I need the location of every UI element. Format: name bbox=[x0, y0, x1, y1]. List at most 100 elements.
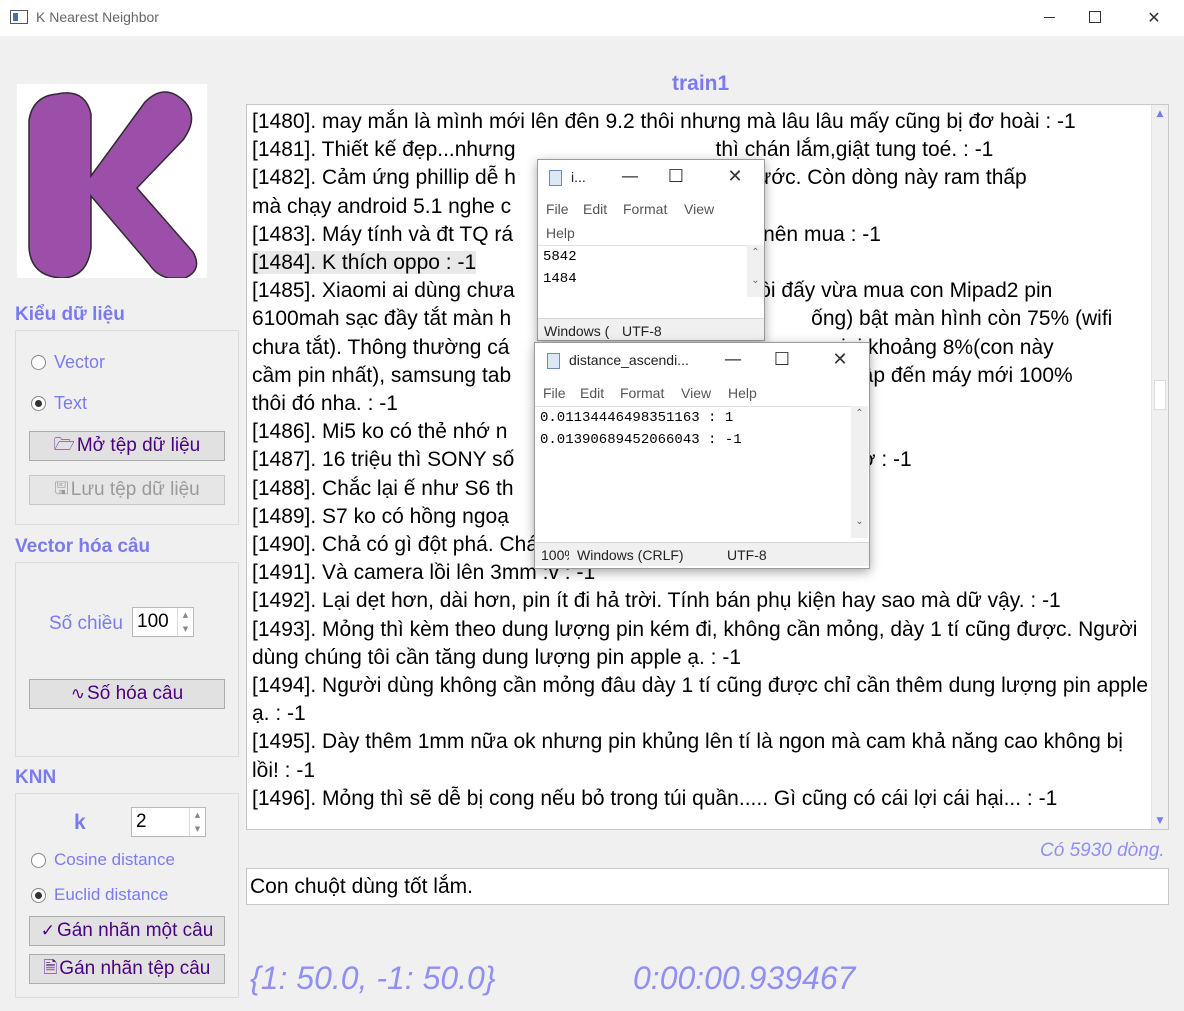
menu-view[interactable]: View bbox=[684, 201, 714, 217]
status-encoding: Windows (CRLF) bbox=[577, 547, 684, 563]
menu-edit[interactable]: Edit bbox=[583, 201, 607, 217]
minimize-button[interactable] bbox=[1026, 0, 1072, 34]
status-charset: UTF-8 bbox=[622, 323, 662, 339]
radio-euclid-label: Euclid distance bbox=[54, 885, 169, 904]
scroll-down-icon[interactable]: ⌄ bbox=[747, 275, 764, 286]
menu-view[interactable]: View bbox=[681, 385, 711, 401]
minimize-icon[interactable]: — bbox=[615, 166, 645, 187]
dimension-spinbox[interactable]: 100 ▲ ▼ bbox=[132, 607, 194, 637]
checkmark-icon: ✓ bbox=[40, 921, 55, 941]
notepad-title-bar[interactable]: distance_ascendi... — ☐ ✕ bbox=[535, 343, 869, 379]
menu-help[interactable]: Help bbox=[546, 225, 575, 241]
notepad-window-index[interactable]: i... — ☐ ✕ File Edit Format View Help 58… bbox=[537, 159, 765, 341]
notepad-status-bar: 100% Windows (CRLF) UTF-8 bbox=[535, 542, 869, 566]
title-bar: K Nearest Neighbor ✕ bbox=[0, 0, 1184, 36]
radio-text[interactable]: Text bbox=[31, 393, 87, 414]
menu-edit[interactable]: Edit bbox=[580, 385, 604, 401]
close-icon[interactable]: ✕ bbox=[825, 349, 855, 370]
radio-text-label: Text bbox=[54, 393, 88, 413]
close-icon[interactable]: ✕ bbox=[720, 166, 750, 187]
scroll-up-icon[interactable]: ⌃ bbox=[747, 247, 764, 258]
status-zoom: 100% bbox=[541, 547, 569, 563]
save-data-file-button[interactable]: 🖫 Lưu tệp dữ liệu bbox=[29, 475, 225, 505]
data-line-part: cầm pin nhất), samsung tab bbox=[252, 363, 512, 387]
scroll-up-icon[interactable]: ▲ bbox=[1152, 105, 1168, 122]
menu-format[interactable]: Format bbox=[623, 201, 667, 217]
close-button[interactable]: ✕ bbox=[1131, 0, 1177, 34]
notepad-line: 1484 bbox=[543, 271, 577, 287]
data-line: [1493]. Mỏng thì kèm theo dung lượng pin… bbox=[252, 617, 1138, 669]
window-title: K Nearest Neighbor bbox=[36, 9, 159, 25]
notepad-title: distance_ascendi... bbox=[569, 352, 689, 368]
data-line-part: [1482]. Cảm ứng phillip dễ h bbox=[252, 166, 516, 190]
dimension-spin-arrows[interactable]: ▲ ▼ bbox=[177, 608, 193, 636]
notepad-line: 0.01390689452066043 : -1 bbox=[540, 432, 742, 448]
notepad-edit-area[interactable]: 5842 1484 bbox=[538, 245, 748, 297]
data-line: [1496]. Mỏng thì sẽ dễ bị cong nếu bỏ tr… bbox=[252, 786, 1058, 810]
data-type-title: Kiểu dữ liệu bbox=[15, 304, 125, 325]
spin-up-icon[interactable]: ▲ bbox=[190, 808, 205, 822]
radio-cosine-circle[interactable] bbox=[31, 852, 46, 868]
maximize-icon[interactable]: ☐ bbox=[767, 349, 797, 370]
maximize-icon[interactable]: ☐ bbox=[661, 166, 691, 187]
save-data-file-label: Lưu tệp dữ liệu bbox=[70, 479, 200, 500]
menu-format[interactable]: Format bbox=[620, 385, 664, 401]
menu-help[interactable]: Help bbox=[728, 385, 757, 401]
label-file-button[interactable]: 🗎 Gán nhãn tệp câu bbox=[29, 954, 225, 984]
spin-down-icon[interactable]: ▼ bbox=[190, 822, 205, 836]
scroll-down-icon[interactable]: ▼ bbox=[1152, 812, 1168, 829]
app-icon bbox=[10, 10, 28, 24]
k-label: k bbox=[74, 811, 86, 834]
open-data-file-label: Mở tệp dữ liệu bbox=[76, 435, 201, 456]
label-one-sentence-button[interactable]: ✓ Gán nhãn một câu bbox=[29, 916, 225, 946]
close-icon: ✕ bbox=[1147, 7, 1161, 27]
sentence-input[interactable]: Con chuột dùng tốt lắm. bbox=[246, 868, 1169, 905]
notepad-window-distance[interactable]: distance_ascendi... — ☐ ✕ File Edit Form… bbox=[534, 342, 870, 569]
vectorize-title: Vector hóa câu bbox=[15, 536, 151, 557]
document-icon: 🗎 bbox=[43, 957, 58, 978]
status-encoding: Windows ( bbox=[544, 323, 610, 339]
minimize-icon[interactable]: — bbox=[718, 349, 748, 370]
save-icon: 🖫 bbox=[54, 478, 69, 499]
dimension-label: Số chiều bbox=[49, 613, 123, 634]
knn-title: KNN bbox=[15, 767, 57, 788]
spin-up-icon[interactable]: ▲ bbox=[178, 608, 193, 622]
data-line-part: thì chán lắm,giật tung toé. : -1 bbox=[715, 138, 994, 162]
menu-file[interactable]: File bbox=[546, 201, 569, 217]
scroll-down-icon[interactable]: ⌄ bbox=[851, 516, 868, 527]
data-line: [1492]. Lại dẹt hơn, dài hơn, pin ít đi … bbox=[252, 589, 1061, 613]
scroll-up-icon[interactable]: ⌃ bbox=[851, 408, 868, 419]
notepad-icon bbox=[549, 170, 562, 186]
radio-euclid[interactable]: Euclid distance bbox=[31, 885, 168, 905]
menu-file[interactable]: File bbox=[543, 385, 566, 401]
notepad-status-bar: Windows ( UTF-8 bbox=[538, 318, 764, 340]
label-file-label: Gán nhãn tệp câu bbox=[59, 958, 211, 979]
data-line-part: [1485]. Xiaomi ai dùng chưa bbox=[252, 279, 515, 303]
open-data-file-button[interactable]: 🗁 Mở tệp dữ liệu bbox=[29, 431, 225, 461]
notepad-scrollbar[interactable]: ⌃ ⌄ bbox=[851, 406, 868, 538]
k-value: 2 bbox=[136, 811, 147, 832]
radio-euclid-circle[interactable] bbox=[31, 887, 46, 903]
radio-vector-circle[interactable] bbox=[31, 355, 46, 370]
maximize-button[interactable] bbox=[1072, 0, 1118, 34]
spin-down-icon[interactable]: ▼ bbox=[178, 622, 193, 636]
radio-vector[interactable]: Vector bbox=[31, 352, 105, 373]
k-spinbox[interactable]: 2 ▲ ▼ bbox=[131, 807, 206, 837]
radio-cosine[interactable]: Cosine distance bbox=[31, 850, 175, 870]
notepad-edit-area[interactable]: 0.01134446498351163 : 1 0.01390689452066… bbox=[535, 406, 851, 538]
data-line-part: chưa tắt). Thông thường cá bbox=[252, 335, 510, 359]
notepad-title-bar[interactable]: i... — ☐ ✕ bbox=[538, 160, 764, 196]
encode-sentence-button[interactable]: ∿ Số hóa câu bbox=[29, 679, 225, 709]
k-spin-arrows[interactable]: ▲ ▼ bbox=[189, 808, 205, 836]
data-line-part: cập đến máy mới 100% bbox=[851, 363, 1073, 387]
scrollbar-thumb[interactable] bbox=[1154, 380, 1166, 410]
data-line-part: [1481]. Thiết kế đẹp...nhưng bbox=[252, 138, 516, 162]
data-line: [1480]. may mắn là mình mới lên đên 9.2 … bbox=[252, 110, 1076, 133]
data-line-part: n rồi đấy vừa mua con Mipad2 pin bbox=[734, 279, 1053, 303]
data-line-part: ống) bật màn hình còn 75% (wifi bbox=[811, 307, 1113, 331]
radio-text-circle[interactable] bbox=[31, 396, 46, 411]
notepad-scrollbar[interactable]: ⌃ ⌄ bbox=[747, 245, 764, 297]
folder-open-icon: 🗁 bbox=[53, 434, 75, 455]
line-count: Có 5930 dòng. bbox=[1040, 840, 1165, 861]
text-area-scrollbar[interactable]: ▲ ▼ bbox=[1151, 105, 1168, 829]
